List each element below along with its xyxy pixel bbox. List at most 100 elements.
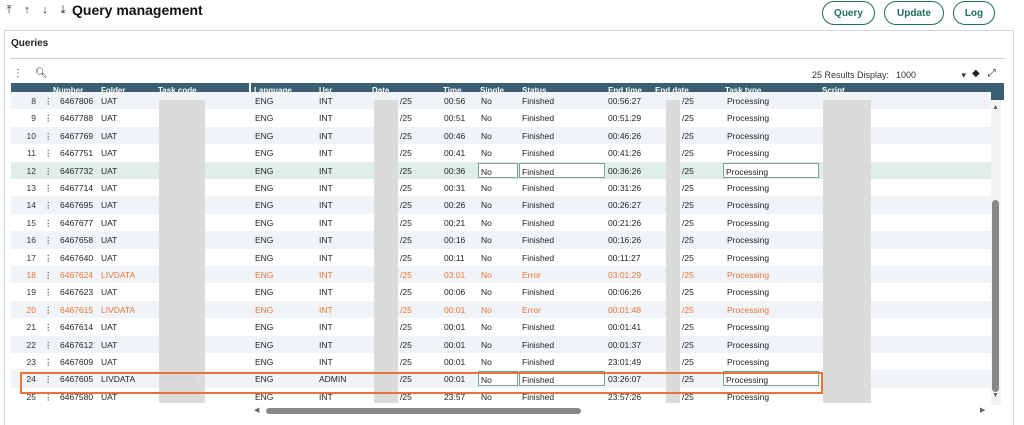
cell-language: ENG: [255, 252, 274, 263]
cell-time: 00:41: [444, 148, 466, 159]
cell-usr: INT: [319, 287, 333, 298]
row-number: 18: [26, 270, 36, 280]
cell-folder: UAT: [101, 148, 118, 159]
cell-end-date: /25: [682, 183, 694, 193]
scroll-up-icon[interactable]: ▲: [992, 104, 999, 111]
cell-end-time: 00:51:29: [608, 113, 642, 124]
row-number: 17: [26, 252, 36, 263]
cell-end-time: 00:01:37: [608, 339, 642, 350]
cell-usr: INT: [319, 357, 333, 367]
scroll-right-icon[interactable]: ▶: [980, 406, 985, 414]
cell-task-type: Processing: [727, 96, 770, 106]
cell-task-type: Processing: [727, 339, 770, 350]
last-arrow-icon[interactable]: ⤓: [58, 4, 68, 17]
cell-status: Finished: [522, 113, 555, 124]
more-options-icon[interactable]: ⋮: [13, 68, 23, 79]
cell-status: Finished: [522, 357, 555, 367]
row-menu-icon[interactable]: ⋮: [44, 270, 53, 281]
row-menu-icon[interactable]: ⋮: [44, 166, 53, 177]
cell-language: ENG: [255, 96, 274, 106]
row-menu-icon[interactable]: ⋮: [44, 235, 53, 246]
top-bar: ⤒ ↑ ↓ ⤓ Query management Query Update Lo…: [0, 0, 1024, 30]
redacted-task-code: [159, 100, 205, 403]
cell-task-type: Processing: [727, 322, 770, 333]
cell-single: No: [481, 96, 492, 106]
cell-folder: UAT: [101, 183, 118, 193]
cell-language: ENG: [255, 200, 274, 211]
cell-end-date: /25: [682, 270, 694, 280]
cell-single: No: [481, 200, 492, 211]
display-select[interactable]: 1000 ▾: [896, 70, 966, 81]
cell-language: ENG: [255, 165, 274, 176]
horizontal-scrollbar[interactable]: ◀ ▶: [254, 406, 989, 416]
cell-usr: INT: [319, 183, 333, 193]
cell-end-date: /25: [682, 322, 694, 333]
row-number: 20: [26, 304, 36, 315]
row-number: 14: [26, 200, 36, 211]
row-menu-icon[interactable]: ⋮: [44, 357, 53, 368]
cell-end-time: 23:01:49: [608, 357, 642, 367]
cell-usr: INT: [319, 200, 333, 211]
cell-status: Finished: [519, 162, 605, 178]
row-menu-icon[interactable]: ⋮: [44, 253, 53, 264]
cell-usr: INT: [319, 217, 333, 228]
row-menu-icon[interactable]: ⋮: [44, 148, 53, 159]
cell-end-date: /25: [682, 339, 694, 350]
grid-toolbar: ⋮ 🔍︎: [13, 68, 48, 79]
redacted-date: [374, 100, 398, 403]
cell-end-time: 00:06:26: [608, 287, 642, 298]
cell-folder: UAT: [101, 339, 118, 350]
selected-row-highlight: [20, 372, 823, 394]
cell-task-type: Processing: [727, 113, 770, 124]
row-number: 13: [26, 183, 36, 193]
row-menu-icon[interactable]: ⋮: [44, 218, 53, 229]
cell-status: Finished: [522, 322, 555, 333]
up-arrow-icon[interactable]: ↑: [22, 4, 32, 17]
cell-usr: INT: [319, 96, 333, 106]
row-menu-icon[interactable]: ⋮: [44, 96, 53, 107]
row-menu-icon[interactable]: ⋮: [44, 340, 53, 351]
row-menu-icon[interactable]: ⋮: [44, 113, 53, 124]
cell-time: 00:36: [444, 165, 466, 176]
search-icon[interactable]: 🔍︎: [35, 68, 48, 79]
cell-date: /25: [400, 287, 412, 298]
cell-usr: INT: [319, 339, 333, 350]
scroll-left-icon[interactable]: ◀: [254, 406, 259, 414]
row-menu-icon[interactable]: ⋮: [44, 287, 53, 298]
cell-end-time: 00:36:26: [608, 165, 642, 176]
row-menu-icon[interactable]: ⋮: [44, 183, 53, 194]
cell-end-time: 00:46:26: [608, 130, 642, 141]
cell-date: /25: [400, 200, 412, 211]
horizontal-scroll-thumb[interactable]: [266, 408, 581, 414]
vertical-scrollbar[interactable]: ▲ ▼: [991, 100, 1001, 405]
expand-icon[interactable]: ⤢: [988, 68, 996, 79]
cell-folder: UAT: [101, 322, 118, 333]
row-number: 23: [26, 357, 36, 367]
page-title: Query management: [72, 2, 203, 18]
row-menu-icon[interactable]: ⋮: [44, 200, 53, 211]
cell-time: 00:31: [444, 183, 466, 193]
cell-number: 6467751: [60, 148, 94, 159]
cell-end-time: 00:26:27: [608, 200, 642, 211]
cell-end-date: /25: [682, 200, 694, 211]
layers-icon[interactable]: ◆: [972, 68, 980, 79]
cell-end-date: /25: [682, 165, 694, 176]
cell-folder: UAT: [101, 200, 118, 211]
cell-time: 00:01: [444, 339, 466, 350]
row-menu-icon[interactable]: ⋮: [44, 322, 53, 333]
cell-number: 6467623: [60, 287, 94, 298]
down-arrow-icon[interactable]: ↓: [40, 4, 50, 17]
row-menu-icon[interactable]: ⋮: [44, 305, 53, 316]
scroll-down-icon[interactable]: ▼: [992, 392, 999, 399]
update-button[interactable]: Update: [884, 1, 944, 25]
row-menu-icon[interactable]: ⋮: [44, 131, 53, 142]
cell-status: Finished: [522, 217, 555, 228]
cell-time: 00:01: [444, 304, 466, 315]
row-number: 11: [27, 148, 36, 159]
cell-single: No: [481, 113, 492, 124]
first-arrow-icon[interactable]: ⤒: [4, 4, 14, 17]
vertical-scroll-thumb[interactable]: [992, 200, 999, 392]
query-button[interactable]: Query: [822, 1, 875, 25]
log-button[interactable]: Log: [953, 1, 995, 25]
cell-status: Finished: [522, 96, 555, 106]
